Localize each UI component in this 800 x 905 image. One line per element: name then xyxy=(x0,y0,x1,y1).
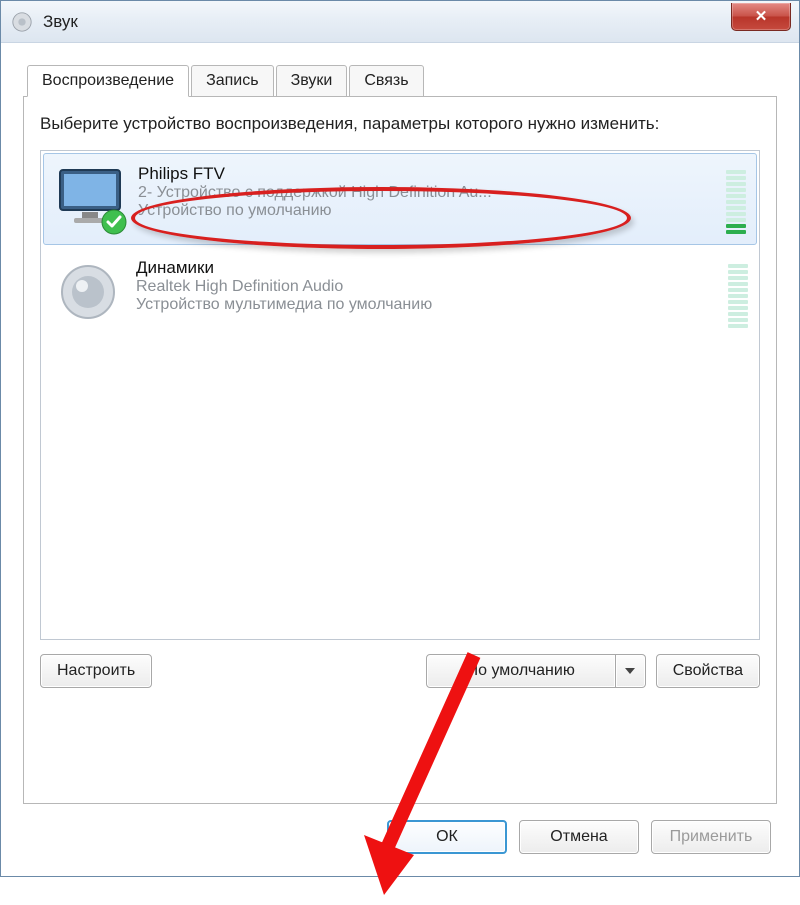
vu-meter xyxy=(726,162,746,234)
tab-sounds[interactable]: Звуки xyxy=(276,65,348,97)
monitor-icon xyxy=(54,162,126,234)
set-default-button[interactable]: По умолчанию xyxy=(426,654,616,688)
device-desc: 2- Устройство с поддержкой High Definiti… xyxy=(138,184,718,202)
window-title: Звук xyxy=(43,12,78,32)
speaker-icon xyxy=(52,256,124,328)
default-badge-icon xyxy=(100,208,128,236)
device-status: Устройство по умолчанию xyxy=(138,202,718,220)
properties-button[interactable]: Свойства xyxy=(656,654,760,688)
set-default-dropdown[interactable] xyxy=(616,654,646,688)
apply-button[interactable]: Применить xyxy=(651,820,771,854)
instruction-text: Выберите устройство воспроизведения, пар… xyxy=(40,113,760,136)
tab-communications[interactable]: Связь xyxy=(349,65,423,97)
device-name: Динамики xyxy=(136,258,720,278)
ok-button[interactable]: ОК xyxy=(387,820,507,854)
device-item-speakers[interactable]: Динамики Realtek High Definition Audio У… xyxy=(41,247,759,339)
tab-playback[interactable]: Воспроизведение xyxy=(27,65,189,97)
vu-meter xyxy=(728,256,748,328)
client-area: Воспроизведение Запись Звуки Связь Выбер… xyxy=(1,43,799,876)
close-button[interactable]: ✕ xyxy=(731,3,791,31)
close-icon: ✕ xyxy=(755,9,768,24)
device-item-philips[interactable]: Philips FTV 2- Устройство с поддержкой H… xyxy=(43,153,757,245)
set-default-splitbutton[interactable]: По умолчанию xyxy=(426,654,646,688)
device-status: Устройство мультимедиа по умолчанию xyxy=(136,296,720,314)
configure-button[interactable]: Настроить xyxy=(40,654,152,688)
tab-recording[interactable]: Запись xyxy=(191,65,274,97)
sound-settings-window: Звук ✕ Воспроизведение Запись Звуки Связ… xyxy=(0,0,800,877)
panel-button-row: Настроить По умолчанию Свойства xyxy=(40,654,760,688)
device-name: Philips FTV xyxy=(138,164,718,184)
device-list[interactable]: Philips FTV 2- Устройство с поддержкой H… xyxy=(40,150,760,640)
sound-icon xyxy=(11,11,33,33)
device-desc: Realtek High Definition Audio xyxy=(136,278,720,296)
cancel-button[interactable]: Отмена xyxy=(519,820,639,854)
tabstrip: Воспроизведение Запись Звуки Связь xyxy=(23,65,777,97)
tab-panel-playback: Выберите устройство воспроизведения, пар… xyxy=(23,96,777,804)
titlebar: Звук ✕ xyxy=(1,1,799,43)
dialog-button-row: ОК Отмена Применить xyxy=(23,804,777,858)
